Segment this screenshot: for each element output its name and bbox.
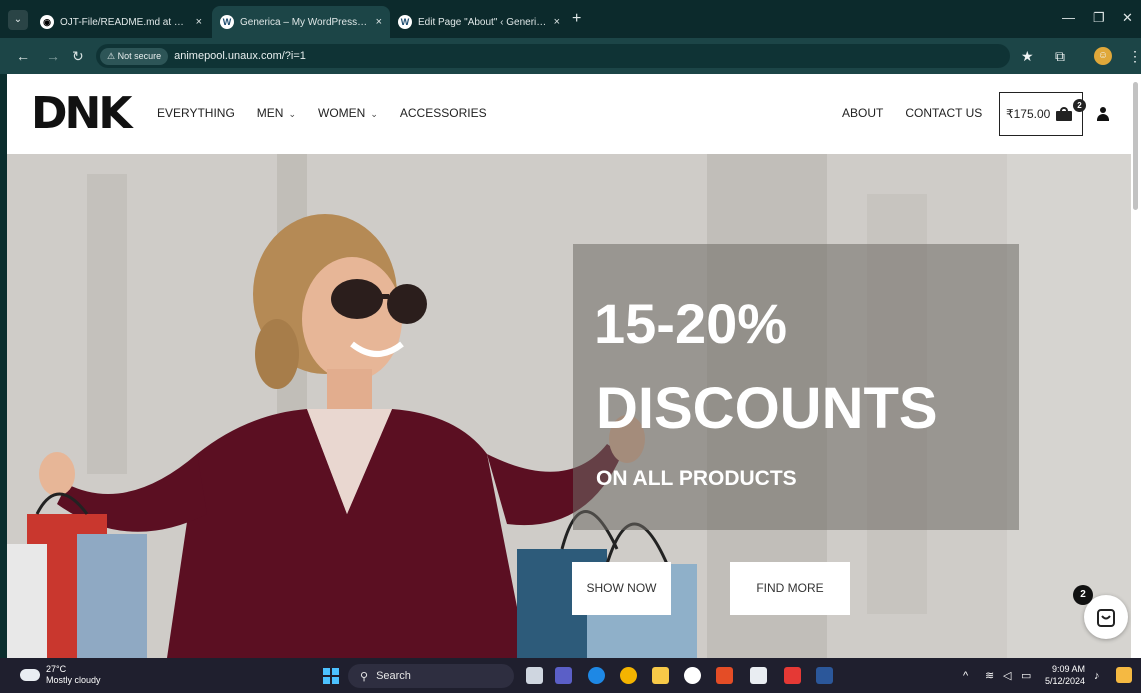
nav-item-accessories[interactable]: ACCESSORIES	[400, 106, 487, 120]
battery-icon[interactable]: ▭	[1021, 669, 1031, 683]
close-icon[interactable]: ×	[376, 16, 382, 28]
nav-item-about[interactable]: ABOUT	[842, 106, 883, 120]
security-chip[interactable]: ⚠ Not secure	[100, 47, 169, 65]
promo-headline-discounts: DISCOUNTS	[596, 376, 938, 441]
clock-time: 9:09 AM	[1052, 664, 1086, 674]
chevron-down-icon: ⌄	[370, 109, 378, 119]
promo-headline-percent: 15-20%	[594, 292, 788, 355]
site-header: DNK EVERYTHING MEN ⌄ WOMEN ⌄ ACCESSORIES A…	[7, 74, 1138, 154]
shopping-bag-outline-icon	[1097, 609, 1115, 627]
main-nav: EVERYTHING MEN ⌄ WOMEN ⌄ ACCESSORIES	[157, 106, 487, 120]
nav-label: ACCESSORIES	[399, 106, 487, 120]
cart-count-badge: 2	[1073, 99, 1086, 112]
wordpress-icon: W	[220, 15, 234, 29]
search-label: Search	[376, 670, 411, 682]
forward-arrow-icon[interactable]: →	[46, 47, 60, 65]
volume-icon[interactable]: ◁	[1003, 669, 1011, 683]
reload-icon[interactable]: ↻	[72, 47, 84, 65]
warning-icon: ⚠	[107, 50, 118, 61]
wordpress-icon: W	[398, 15, 412, 29]
youtube-icon[interactable]	[784, 667, 801, 684]
address-bar[interactable]: ⚠ Not secure animepool.unaux.com/?i=1	[96, 44, 1010, 68]
chevron-up-icon[interactable]: ^	[963, 669, 968, 683]
tab-title: Generica – My WordPress Blog	[240, 16, 370, 28]
nav-item-contact-us[interactable]: CONTACT US	[905, 106, 982, 120]
file-explorer-icon[interactable]	[652, 667, 669, 684]
search-icon: ⚲	[360, 670, 369, 683]
close-icon[interactable]: ×	[196, 16, 202, 28]
nav-item-men[interactable]: MEN ⌄	[257, 106, 296, 120]
copilot-icon[interactable]	[1116, 667, 1132, 683]
page-scrollbar[interactable]	[1131, 74, 1141, 658]
system-clock[interactable]: 9:09 AM 5/12/2024	[1045, 663, 1085, 687]
wifi-icon[interactable]: ≋	[985, 669, 994, 683]
url-text[interactable]: animepool.unaux.com/?i=1	[174, 50, 306, 62]
close-icon[interactable]: ×	[554, 16, 560, 28]
floating-cart-button[interactable]	[1084, 595, 1128, 639]
hero-banner: 15-20% DISCOUNTS ON ALL PRODUCTS SHOW NO…	[7, 154, 1138, 658]
weather-widget[interactable]: 27°C Mostly cloudy	[20, 664, 101, 686]
promo-subheadline: ON ALL PRODUCTS	[596, 467, 797, 490]
weather-condition: Mostly cloudy	[46, 675, 101, 685]
tab-github-readme[interactable]: ◉ OJT-File/README.md at main · ×	[32, 6, 210, 38]
word-icon[interactable]	[816, 667, 833, 684]
show-now-button[interactable]: SHOW NOW	[572, 562, 671, 615]
temperature: 27°C	[46, 664, 67, 674]
user-account-icon[interactable]	[1097, 107, 1109, 121]
chrome-icon[interactable]	[620, 667, 637, 684]
tab-title: Edit Page "About" ‹ Generica —	[418, 16, 548, 28]
shopping-bag-icon	[1056, 107, 1073, 121]
teams-icon[interactable]	[555, 667, 572, 684]
opera-icon[interactable]	[684, 667, 701, 684]
task-view-icon[interactable]	[526, 667, 543, 684]
security-label: Not secure	[117, 50, 162, 61]
tab-generica-blog[interactable]: W Generica – My WordPress Blog ×	[212, 6, 390, 38]
minimize-icon[interactable]: —	[1062, 10, 1075, 25]
secondary-nav: ABOUT CONTACT US	[842, 106, 982, 120]
window-close-icon[interactable]: ✕	[1122, 10, 1133, 26]
microsoft-store-icon[interactable]	[750, 667, 767, 684]
nav-item-everything[interactable]: EVERYTHING	[157, 106, 235, 120]
profile-avatar-icon[interactable]: ☺	[1094, 47, 1112, 65]
nav-label: MEN	[256, 106, 284, 120]
chevron-down-icon: ⌄	[288, 109, 297, 119]
tab-title: OJT-File/README.md at main ·	[60, 16, 190, 28]
github-icon: ◉	[40, 15, 54, 29]
back-arrow-icon[interactable]: ←	[16, 47, 30, 65]
notification-bell-icon[interactable]: ♪	[1094, 669, 1100, 683]
figma-icon[interactable]	[716, 667, 733, 684]
find-more-button[interactable]: FIND MORE	[730, 562, 850, 615]
site-logo[interactable]: DNK	[31, 92, 132, 136]
nav-item-women[interactable]: WOMEN ⌄	[318, 106, 378, 120]
nav-label: WOMEN	[318, 106, 366, 120]
new-tab-button[interactable]: +	[572, 10, 581, 28]
windows-start-icon[interactable]	[323, 668, 339, 684]
weather-text: 27°C Mostly cloudy	[46, 664, 101, 686]
windows-taskbar: 27°C Mostly cloudy ⚲ Search ^ ≋ ◁ ▭ 9:09…	[0, 658, 1141, 693]
tab-edit-page-about[interactable]: W Edit Page "About" ‹ Generica — ×	[390, 6, 568, 38]
browser-toolbar: ← → ↻ ⚠ Not secure animepool.unaux.com/?…	[0, 38, 1141, 74]
bookmark-star-icon[interactable]: ★	[1021, 47, 1034, 65]
web-page: DNK EVERYTHING MEN ⌄ WOMEN ⌄ ACCESSORIES A…	[7, 74, 1138, 658]
browser-tab-bar: ⌄ ◉ OJT-File/README.md at main · × W Gen…	[0, 0, 1141, 38]
tab-search-button[interactable]: ⌄	[8, 10, 28, 30]
clock-date: 5/12/2024	[1045, 676, 1086, 686]
nav-label: EVERYTHING	[157, 106, 235, 120]
header-cart-button[interactable]: ₹175.00	[999, 92, 1083, 136]
floating-cart-count-badge: 2	[1073, 585, 1093, 605]
scrollbar-thumb[interactable]	[1133, 82, 1138, 210]
cart-total: ₹175.00	[1006, 107, 1051, 121]
edge-icon[interactable]	[588, 667, 605, 684]
restore-icon[interactable]: ❐	[1093, 10, 1105, 26]
extensions-icon[interactable]: ⧉	[1055, 47, 1065, 65]
browser-menu-icon[interactable]: ⋮	[1128, 47, 1141, 65]
taskbar-search[interactable]: ⚲ Search	[348, 664, 514, 688]
cloud-sun-icon	[20, 664, 40, 681]
